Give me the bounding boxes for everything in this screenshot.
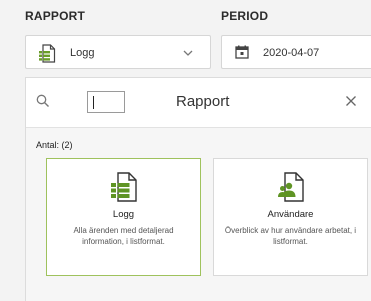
users-document-icon bbox=[277, 172, 305, 207]
panel-title: Rapport bbox=[176, 93, 230, 110]
close-icon[interactable] bbox=[345, 94, 357, 112]
report-card-anvandare[interactable]: Användare Överblick av hur användare arb… bbox=[213, 158, 368, 276]
period-select-value: 2020-04-07 bbox=[263, 47, 320, 59]
card-description: Alla ärenden med detaljerad information,… bbox=[73, 226, 174, 246]
report-picker-panel: Rapport Antal: (2) Logg Alla ärenden med… bbox=[25, 77, 371, 301]
result-count: Antal: (2) bbox=[36, 140, 73, 150]
report-card-logg[interactable]: Logg Alla ärenden med detaljerad informa… bbox=[46, 158, 201, 276]
text-caret bbox=[93, 96, 94, 109]
report-select-value: Logg bbox=[70, 47, 95, 59]
period-select[interactable]: 2020-04-07 bbox=[221, 35, 371, 69]
report-label: RAPPORT bbox=[25, 9, 86, 23]
list-document-icon bbox=[110, 172, 138, 207]
period-label: PERIOD bbox=[221, 9, 269, 23]
report-select[interactable]: Logg bbox=[25, 35, 211, 69]
card-title: Användare bbox=[267, 209, 314, 220]
card-description: Överblick av hur användare arbetat, i li… bbox=[224, 226, 357, 246]
search-input[interactable] bbox=[87, 91, 125, 113]
chevron-down-icon[interactable] bbox=[182, 46, 194, 64]
calendar-icon bbox=[235, 45, 249, 64]
card-title: Logg bbox=[112, 209, 135, 220]
search-icon bbox=[36, 94, 50, 113]
panel-header: Rapport bbox=[26, 78, 371, 128]
list-document-icon bbox=[38, 44, 56, 68]
